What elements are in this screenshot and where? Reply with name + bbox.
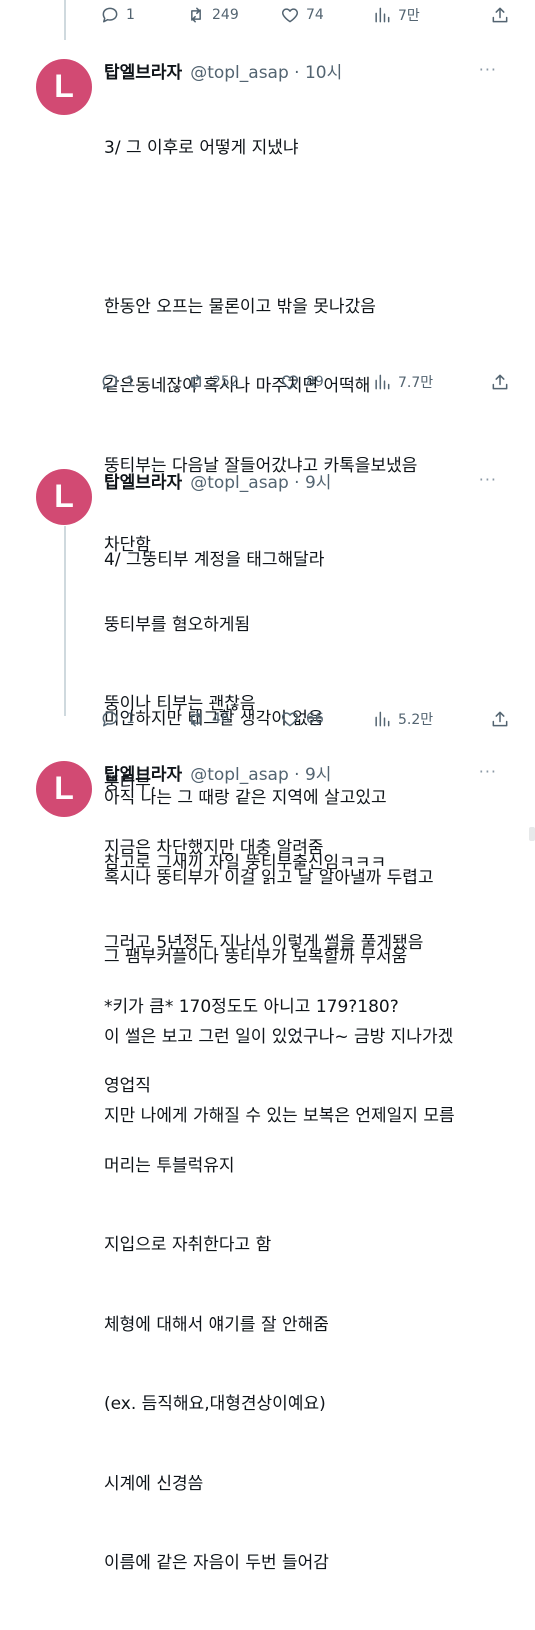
- tweet-line: 지금은 차단했지만 대충 알려줌: [104, 838, 324, 858]
- like-button[interactable]: 74: [280, 5, 372, 25]
- author-handle-time[interactable]: @topl_asap · 10시: [190, 58, 342, 83]
- author-handle-time[interactable]: @topl_asap · 9시: [190, 468, 331, 493]
- retweet-count: 46: [212, 711, 230, 727]
- reply-icon: [102, 374, 118, 390]
- heart-icon: [281, 712, 299, 727]
- views-count: 5.2만: [398, 712, 434, 728]
- views-chart-icon: [375, 711, 390, 727]
- thread-connector: [64, 526, 66, 716]
- retweet-icon: [191, 7, 201, 23]
- tweet-line: 지입으로 자취한다고 함: [104, 1235, 272, 1255]
- reply-button[interactable]: 1: [100, 709, 186, 729]
- tweet-line: (ex. 듬직해요,대형견상이예요): [104, 1394, 326, 1414]
- share-icon: [492, 711, 508, 727]
- author-handle-time[interactable]: @topl_asap · 9시: [190, 760, 331, 785]
- avatar-letter: L: [54, 68, 74, 104]
- heart-icon: [281, 8, 299, 23]
- tweet-actions: 1 46 66 5.2만: [100, 706, 510, 732]
- tweet-line: 영업직: [104, 1076, 151, 1096]
- tweet[interactable]: L 탑엘브라자 @topl_asap · 10시 ··· 3/ 그 이후로 어떻…: [0, 56, 535, 953]
- scroll-indicator[interactable]: [529, 827, 535, 841]
- tweet-actions: 1 249 74 7만: [100, 2, 510, 28]
- share-icon: [492, 7, 508, 23]
- views-button[interactable]: 7만: [372, 5, 472, 25]
- reply-count: 1: [126, 711, 135, 727]
- more-options-icon[interactable]: ···: [479, 762, 497, 781]
- thread-connector: [64, 0, 66, 40]
- reply-count: 1: [126, 7, 135, 23]
- reply-icon: [102, 7, 118, 23]
- reply-button[interactable]: 1: [100, 5, 186, 25]
- share-button[interactable]: [490, 372, 510, 392]
- like-count: 66: [306, 711, 324, 727]
- author-name[interactable]: 탑엘브라자: [104, 58, 182, 83]
- like-button[interactable]: 66: [280, 709, 372, 729]
- views-button[interactable]: 7.7만: [372, 372, 472, 392]
- author-name[interactable]: 탑엘브라자: [104, 468, 182, 493]
- retweet-button[interactable]: 249: [186, 5, 280, 25]
- avatar[interactable]: L: [36, 59, 92, 115]
- heart-icon: [281, 375, 299, 390]
- like-count: 89: [306, 374, 324, 390]
- tweet[interactable]: L 탑엘브라자 @topl_asap · 9시 ··· 4/ 그뚱티부 계정을 …: [0, 466, 535, 1126]
- tweet-line: 이름에 같은 자음이 두번 들어감: [104, 1553, 329, 1573]
- share-icon: [492, 374, 508, 390]
- tweet-actions: 1 252 89 7.7만: [100, 369, 510, 395]
- avatar-letter: L: [54, 478, 74, 514]
- tweet-line: 한동안 오프는 물론이고 밖을 못나갔음: [104, 296, 376, 317]
- tweet-line: 체형에 대해서 얘기를 잘 안해줌: [104, 1314, 329, 1335]
- avatar-letter: L: [54, 770, 74, 806]
- tweet-line: 머리는 투블럭유지: [104, 1155, 235, 1176]
- reply-button[interactable]: 1: [100, 372, 186, 392]
- retweet-button[interactable]: 252: [186, 372, 280, 392]
- views-count: 7만: [398, 8, 420, 24]
- views-button[interactable]: 5.2만: [372, 709, 472, 729]
- like-count: 74: [306, 7, 324, 23]
- share-button[interactable]: [490, 5, 510, 25]
- retweet-count: 252: [212, 374, 239, 390]
- tweet-text: 지금은 차단했지만 대충 알려줌 *키가 큼* 170정도도 아니고 179?1…: [104, 782, 399, 1630]
- avatar[interactable]: L: [36, 761, 92, 817]
- more-options-icon[interactable]: ···: [479, 60, 497, 79]
- tweet-line: 시계에 신경씀: [104, 1473, 204, 1494]
- retweet-button[interactable]: 46: [186, 709, 280, 729]
- avatar[interactable]: L: [36, 469, 92, 525]
- share-button[interactable]: [490, 709, 510, 729]
- views-chart-icon: [375, 7, 390, 23]
- retweet-icon: [191, 711, 201, 727]
- views-chart-icon: [375, 374, 390, 390]
- views-count: 7.7만: [398, 375, 434, 391]
- more-options-icon[interactable]: ···: [479, 470, 497, 489]
- tweet[interactable]: L 탑엘브라자 @topl_asap · 9시 ··· 지금은 차단했지만 대충…: [0, 758, 535, 1573]
- tweet-line: *키가 큼* 170정도도 아니고 179?180?: [104, 996, 399, 1017]
- retweet-count: 249: [212, 7, 239, 23]
- tweet-header: 탑엘브라자 @topl_asap · 10시: [104, 56, 342, 84]
- reply-count: 1: [126, 374, 135, 390]
- tweet-line: 3/ 그 이후로 어떻게 지냈냐: [104, 138, 299, 158]
- tweet-line: 4/ 그뚱티부 계정을 태그해달라: [104, 550, 325, 570]
- author-name[interactable]: 탑엘브라자: [104, 760, 182, 785]
- reply-icon: [102, 711, 118, 727]
- like-button[interactable]: 89: [280, 372, 372, 392]
- tweet-header: 탑엘브라자 @topl_asap · 9시: [104, 466, 331, 494]
- retweet-icon: [191, 374, 201, 390]
